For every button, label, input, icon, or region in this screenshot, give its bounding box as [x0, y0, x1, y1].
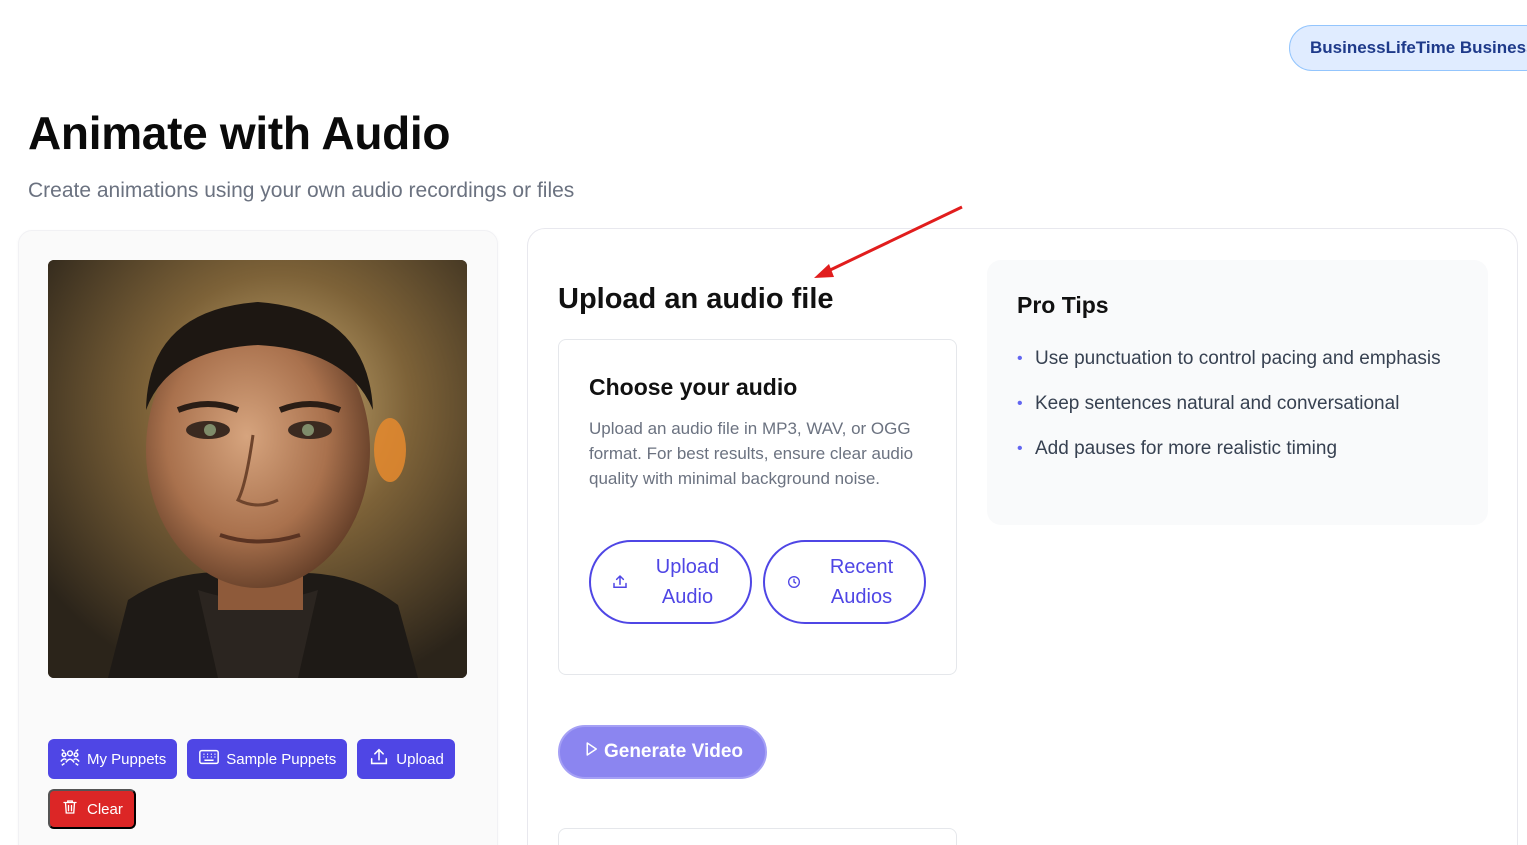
clear-label: Clear [87, 800, 123, 818]
sample-puppets-button[interactable]: Sample Puppets [187, 739, 348, 779]
upload-audio-button[interactable]: Upload Audio [589, 540, 752, 624]
pro-tips-title: Pro Tips [1017, 292, 1109, 318]
my-puppets-label: My Puppets [87, 750, 167, 768]
clear-button[interactable]: Clear [48, 789, 136, 829]
pro-tips-list: Use punctuation to control pacing and em… [1017, 344, 1457, 479]
play-icon [582, 740, 600, 764]
keyboard-icon [198, 746, 220, 772]
people-group-icon [59, 746, 81, 772]
upload-icon [591, 573, 631, 591]
tip-item: Keep sentences natural and conversationa… [1017, 389, 1457, 419]
tip-item: Use punctuation to control pacing and em… [1017, 344, 1457, 374]
sample-puppets-label: Sample Puppets [226, 750, 337, 768]
page-title: Animate with Audio [28, 107, 451, 159]
generate-video-label: Generate Video [603, 741, 744, 762]
choose-audio-description: Upload an audio file in MP3, WAV, or OGG… [589, 419, 914, 488]
upload-puppet-button[interactable]: Upload [357, 739, 455, 779]
generate-video-button[interactable]: Generate Video [558, 725, 767, 779]
page-subtitle: Create animations using your own audio r… [28, 179, 575, 202]
recent-audios-label: Recent Audios [829, 556, 894, 608]
my-puppets-button[interactable]: My Puppets [48, 739, 178, 779]
upload-label: Upload [396, 750, 444, 768]
trash-icon [61, 798, 79, 820]
puppet-portrait-image [48, 260, 467, 678]
choose-audio-title: Choose your audio [589, 374, 798, 400]
section-title: Upload an audio file [558, 283, 834, 315]
portrait-illustration [48, 260, 467, 678]
clock-icon [765, 574, 805, 590]
upload-icon [368, 746, 390, 772]
plan-badge[interactable]: BusinessLifeTime Business [1289, 25, 1527, 71]
puppet-actions: My Puppets Sample Puppets Upload [48, 739, 455, 779]
tip-item: Add pauses for more realistic timing [1017, 434, 1457, 464]
recent-audios-button[interactable]: Recent Audios [763, 540, 926, 624]
upload-audio-label: Upload Audio [655, 556, 720, 608]
next-section-box [558, 828, 957, 845]
page: BusinessLifeTime Business Animate with A… [0, 0, 1527, 845]
